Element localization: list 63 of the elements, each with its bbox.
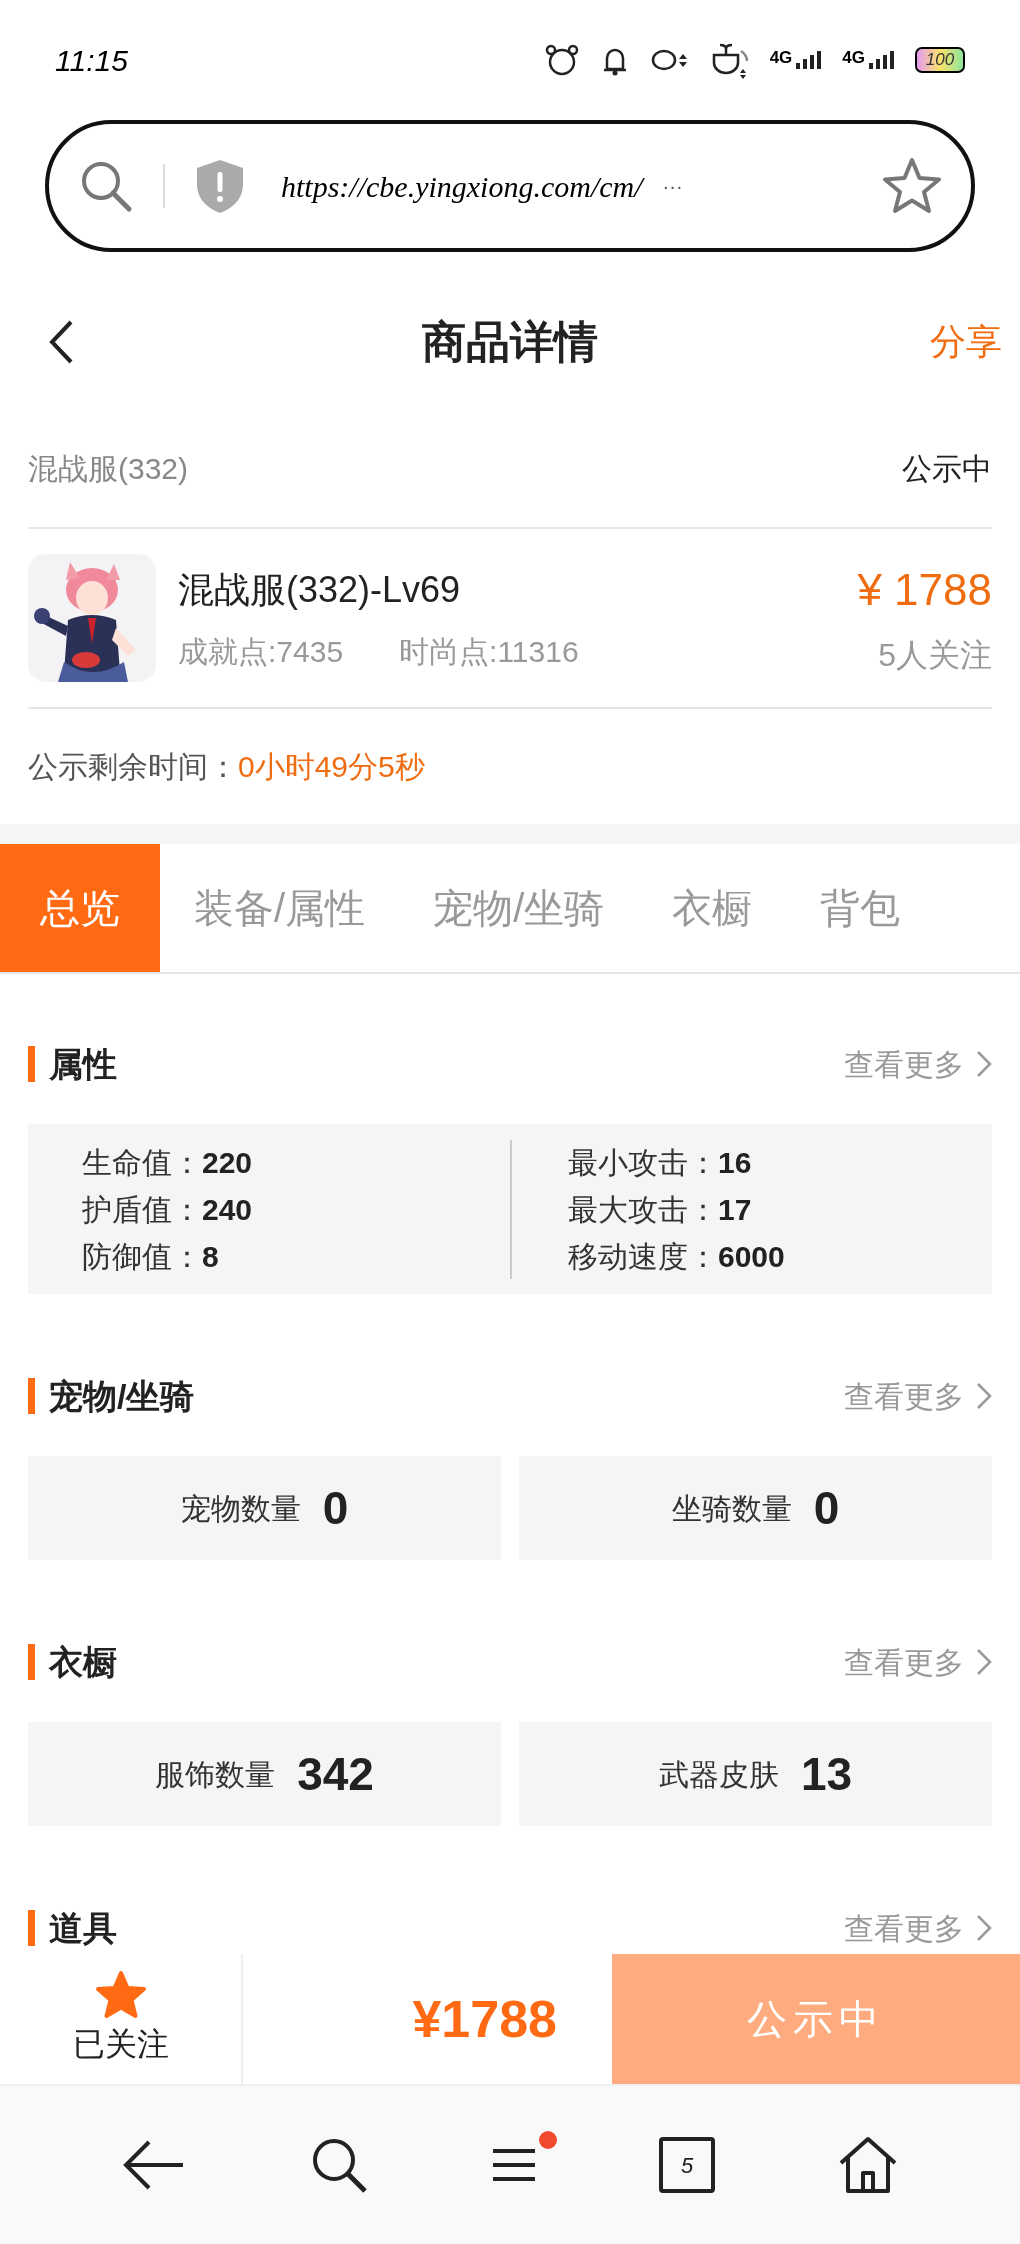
chevron-right-icon: [976, 1050, 992, 1078]
attribute-label: 移动速度：: [568, 1238, 718, 1275]
view-more-link[interactable]: 查看更多: [844, 1639, 992, 1685]
attribute-value: 6000: [718, 1238, 785, 1275]
count-label: 武器皮肤: [658, 1756, 779, 1793]
attribute-label: 最小攻击：: [568, 1144, 718, 1181]
total-price: ¥1788: [412, 1989, 557, 2050]
attribute-label: 防御值：: [82, 1238, 202, 1275]
count-value: 342: [297, 1746, 374, 1802]
points-text: 成就点:7435: [178, 633, 344, 670]
home-icon[interactable]: [837, 2135, 899, 2195]
countdown-time: 0小时49分5秒: [238, 749, 425, 785]
attribute-label: 生命值：: [82, 1144, 202, 1181]
section-title: 宠物/坐骑: [49, 1375, 195, 1417]
chevron-right-icon: [976, 1914, 992, 1942]
count-value: 0: [322, 1480, 349, 1536]
section-title: 道具: [49, 1907, 117, 1949]
back-icon[interactable]: [48, 318, 74, 365]
status-label: 公示中: [902, 450, 992, 487]
url-text: https://cbe.yingxiong.com/cm/: [281, 168, 643, 205]
section-title: 属性: [49, 1043, 117, 1085]
count-label: 坐骑数量: [671, 1490, 792, 1527]
count-label: 宠物数量: [180, 1490, 301, 1527]
count-value: 0: [813, 1480, 840, 1536]
listing-title: 混战服(332)-Lv69: [178, 567, 462, 612]
page-title: 商品详情: [422, 315, 598, 368]
share-button[interactable]: 分享: [930, 314, 1002, 369]
attribute-value: 16: [718, 1144, 752, 1181]
section-marker: [28, 1910, 35, 1946]
tab[interactable]: 总览: [0, 844, 160, 972]
attribute-value: 240: [202, 1191, 253, 1228]
price-text: ¥ 1788: [857, 564, 992, 616]
network-label: 4G: [842, 49, 865, 66]
count-value: 13: [800, 1746, 853, 1802]
chevron-right-icon: [976, 1648, 992, 1676]
chevron-right-icon: [976, 1382, 992, 1410]
attribute-value: 220: [202, 1144, 253, 1181]
status-time: 11:15: [55, 42, 128, 79]
signal-icon: [867, 49, 897, 71]
address-bar[interactable]: https://cbe.yingxiong.com/cm/ ···: [45, 120, 975, 252]
countdown-label: 公示剩余时间：: [28, 749, 238, 785]
view-more-link[interactable]: 查看更多: [844, 1373, 992, 1419]
attribute-value: 17: [718, 1191, 752, 1228]
section-marker: [28, 1378, 35, 1414]
bookmark-star-icon[interactable]: [881, 156, 943, 216]
alarm-icon: [543, 43, 580, 77]
count-label: 服饰数量: [155, 1756, 276, 1793]
section-title: 衣橱: [49, 1641, 117, 1683]
followers-count: 5人关注: [878, 636, 992, 675]
view-more-link[interactable]: 查看更多: [844, 1041, 992, 1087]
server-name: 混战服(332): [28, 450, 189, 487]
attribute-label: 护盾值：: [82, 1191, 202, 1228]
url-ellipsis: ···: [662, 174, 683, 199]
section-marker: [28, 1046, 35, 1082]
points-text: 时尚点:11316: [399, 633, 579, 670]
status-button[interactable]: 公示中: [612, 1954, 1020, 2084]
view-more-link[interactable]: 查看更多: [844, 1905, 992, 1951]
battery-indicator: 100: [915, 47, 965, 73]
tabs-count-button[interactable]: 5: [659, 2137, 715, 2193]
section-marker: [28, 1644, 35, 1680]
network-label: 4G: [769, 49, 793, 66]
attribute-label: 最大攻击：: [568, 1191, 718, 1228]
attribute-value: 8: [202, 1238, 219, 1275]
